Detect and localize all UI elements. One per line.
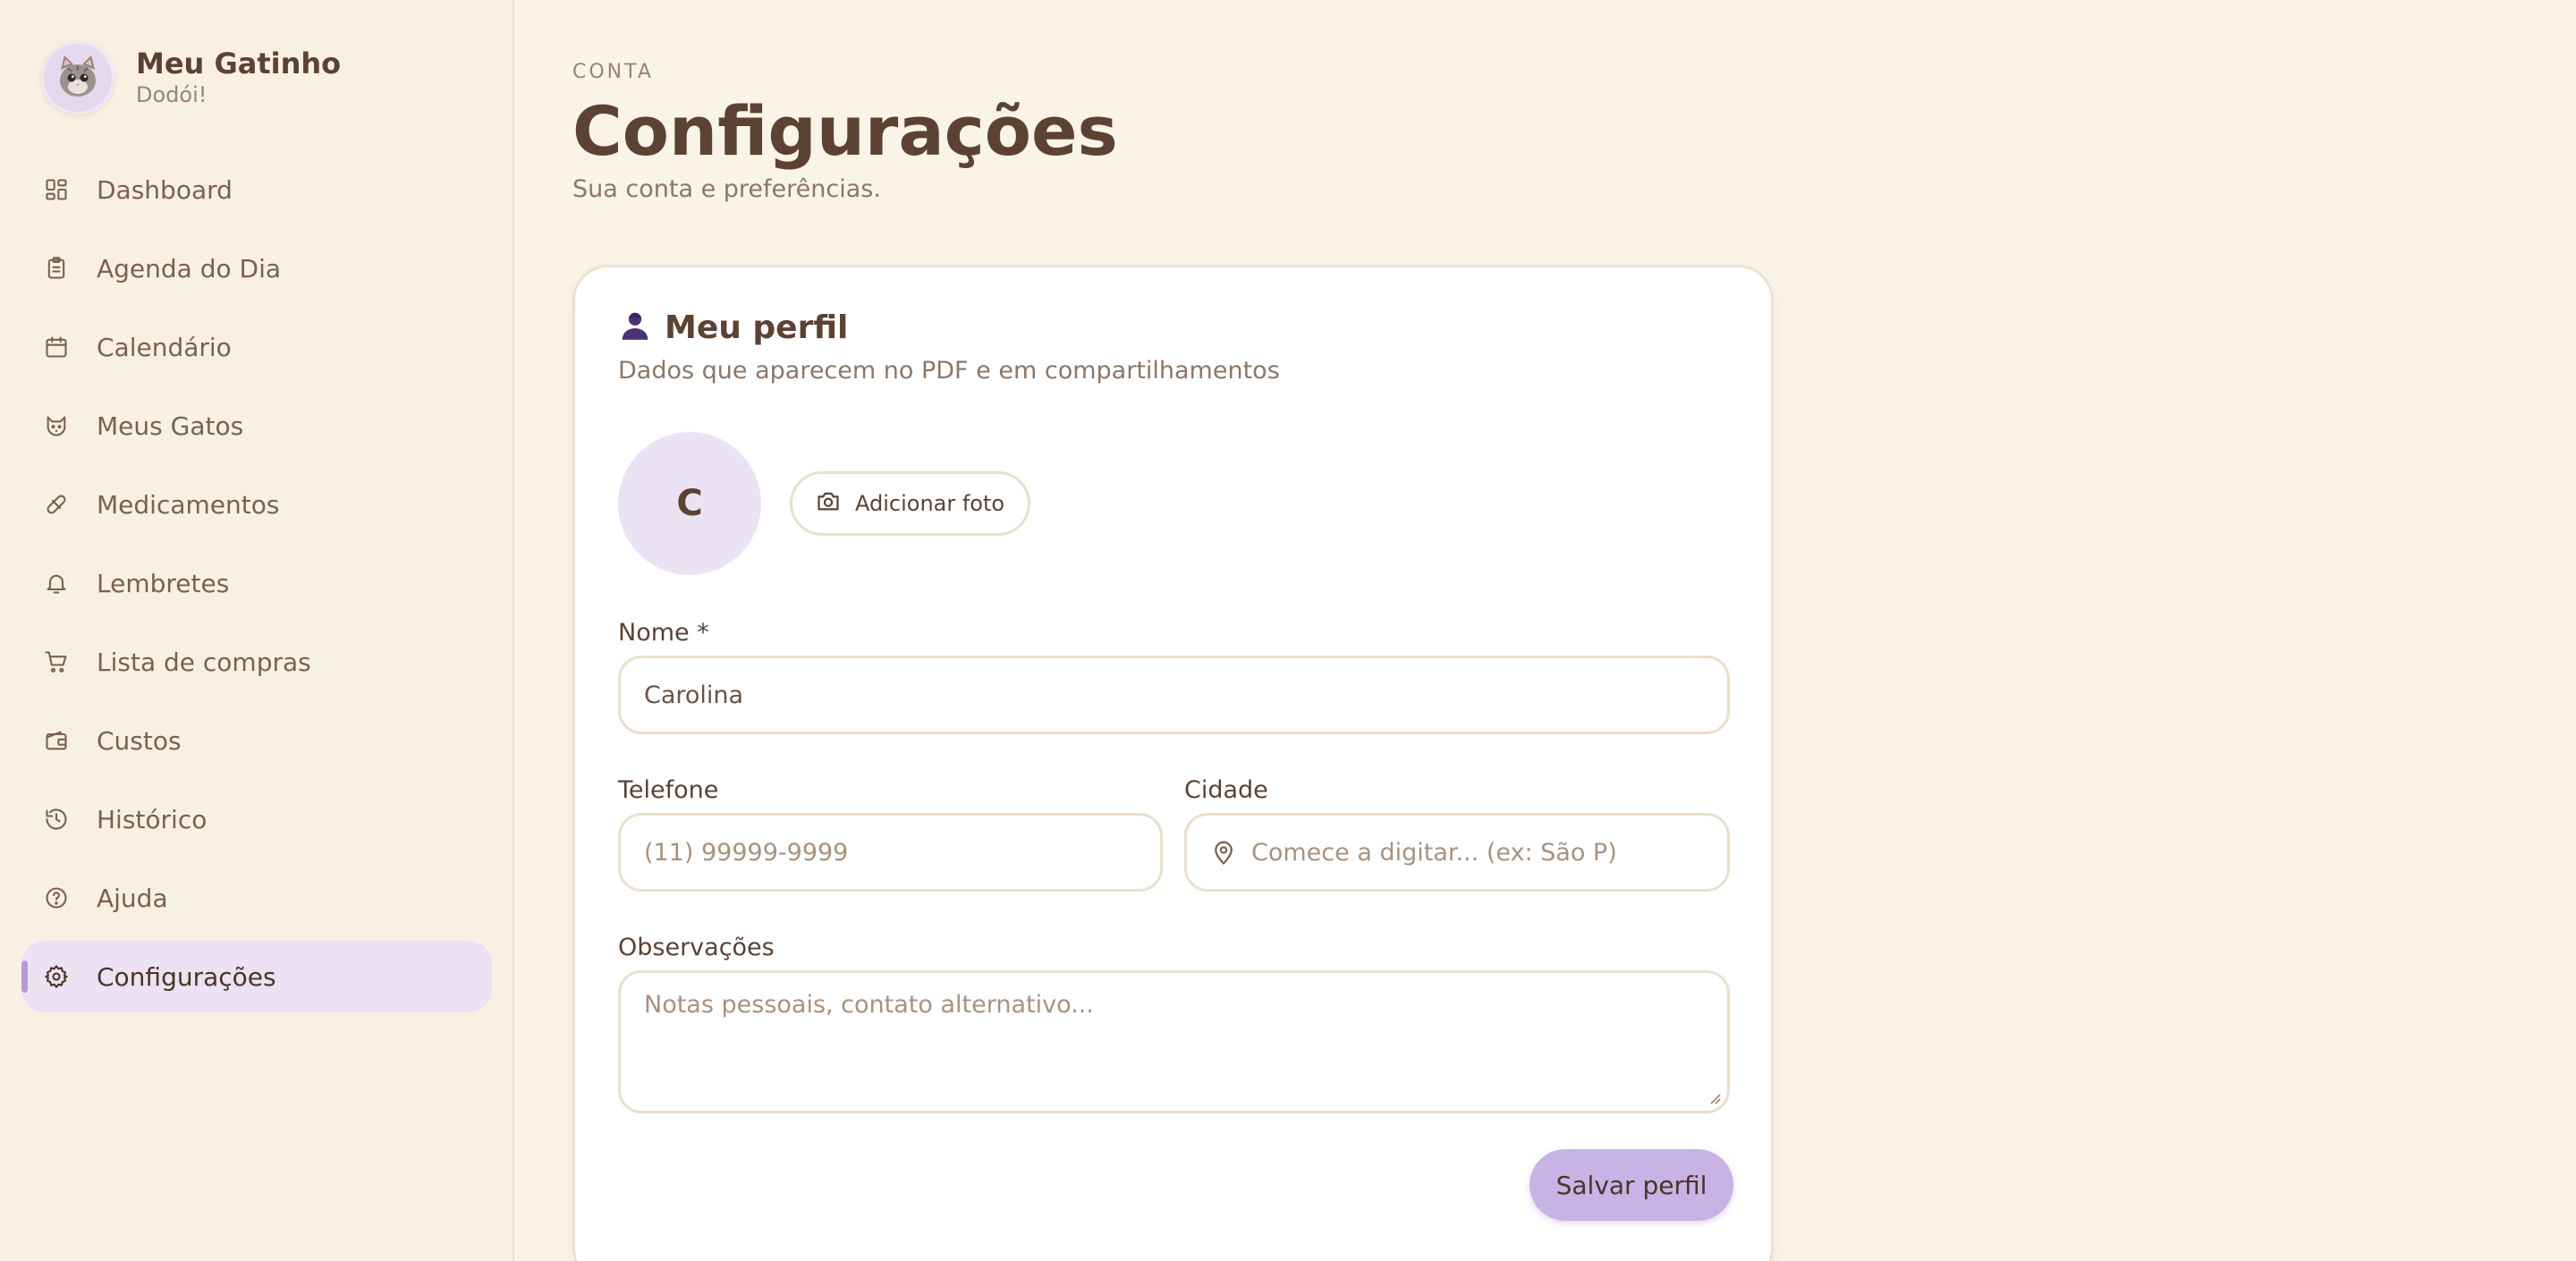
city-field-wrapper (1184, 813, 1730, 892)
page-title: Configurações (572, 91, 1118, 171)
cart-icon (43, 648, 70, 675)
page-subtitle: Sua conta e preferências. (572, 175, 881, 203)
sidebar-item-label: Custos (97, 725, 182, 756)
sidebar-item-label: Ajuda (97, 883, 168, 913)
sidebar-item-label: Medicamentos (97, 489, 280, 520)
sidebar-item-historico[interactable]: Histórico (21, 783, 492, 855)
resize-handle-icon[interactable] (1706, 1089, 1722, 1105)
brand-title: Meu Gatinho (136, 47, 342, 80)
notes-field-wrapper (618, 970, 1730, 1113)
save-profile-button[interactable]: Salvar perfil (1530, 1149, 1733, 1221)
gear-icon (43, 963, 70, 990)
wallet-icon (43, 727, 70, 754)
sidebar-item-label: Lembretes (97, 568, 230, 598)
city-label: Cidade (1184, 776, 1268, 804)
name-field-wrapper (618, 656, 1730, 734)
notes-textarea[interactable] (644, 991, 1704, 1093)
add-photo-button[interactable]: Adicionar foto (790, 471, 1031, 536)
city-input[interactable] (1251, 838, 1704, 867)
user-icon (618, 309, 652, 346)
sidebar-item-label: Dashboard (97, 174, 233, 205)
sidebar-item-ajuda[interactable]: Ajuda (21, 862, 492, 934)
app-root: Meu Gatinho Dodói! Dashboard Agenda do D… (0, 0, 2576, 1261)
sidebar-item-label: Agenda do Dia (97, 253, 282, 284)
sidebar-item-calendario[interactable]: Calendário (21, 311, 492, 383)
sidebar-item-configuracoes[interactable]: Configurações (21, 941, 492, 1012)
dashboard-icon (43, 176, 70, 203)
help-icon (43, 884, 70, 911)
sidebar-item-label: Configurações (97, 961, 276, 992)
phone-label: Telefone (618, 776, 719, 804)
add-photo-label: Adicionar foto (855, 491, 1005, 516)
main-content: CONTA Configurações Sua conta e preferên… (514, 0, 2576, 1261)
phone-input[interactable] (644, 838, 1137, 867)
history-icon (43, 806, 70, 833)
avatar: C (618, 432, 761, 575)
profile-card-title: Meu perfil (665, 309, 849, 346)
brand[interactable]: Meu Gatinho Dodói! (41, 41, 341, 114)
cat-icon (43, 412, 70, 439)
sidebar-item-dashboard[interactable]: Dashboard (21, 154, 492, 225)
bell-icon (43, 570, 70, 597)
sidebar-item-custos[interactable]: Custos (21, 705, 492, 776)
name-input[interactable] (644, 681, 1704, 709)
phone-field-wrapper (618, 813, 1163, 892)
map-pin-icon (1210, 839, 1237, 866)
profile-card: Meu perfil Dados que aparecem no PDF e e… (572, 265, 1774, 1261)
profile-card-description: Dados que aparecem no PDF e em compartil… (618, 357, 1280, 385)
profile-card-header: Meu perfil (618, 309, 848, 346)
photo-row: C Adicionar foto (618, 432, 1031, 575)
sidebar-item-lista-de-compras[interactable]: Lista de compras (21, 626, 492, 698)
sidebar-item-agenda[interactable]: Agenda do Dia (21, 233, 492, 304)
sidebar-item-label: Meus Gatos (97, 410, 244, 441)
sidebar: Meu Gatinho Dodói! Dashboard Agenda do D… (0, 0, 514, 1261)
notes-label: Observações (618, 934, 775, 961)
sidebar-nav: Dashboard Agenda do Dia Calendário Meus … (21, 154, 492, 1020)
sidebar-item-label: Lista de compras (97, 647, 311, 677)
cat-avatar-icon (41, 41, 114, 114)
sidebar-item-meus-gatos[interactable]: Meus Gatos (21, 390, 492, 461)
name-label: Nome * (618, 619, 709, 647)
brand-subtitle: Dodói! (136, 82, 208, 107)
sidebar-item-label: Calendário (97, 332, 232, 362)
clipboard-icon (43, 255, 70, 282)
pill-icon (43, 491, 70, 518)
sidebar-item-medicamentos[interactable]: Medicamentos (21, 469, 492, 540)
sidebar-item-label: Histórico (97, 804, 208, 834)
calendar-icon (43, 334, 70, 360)
sidebar-item-lembretes[interactable]: Lembretes (21, 547, 492, 619)
camera-icon (816, 488, 841, 519)
page-eyebrow: CONTA (572, 61, 654, 83)
